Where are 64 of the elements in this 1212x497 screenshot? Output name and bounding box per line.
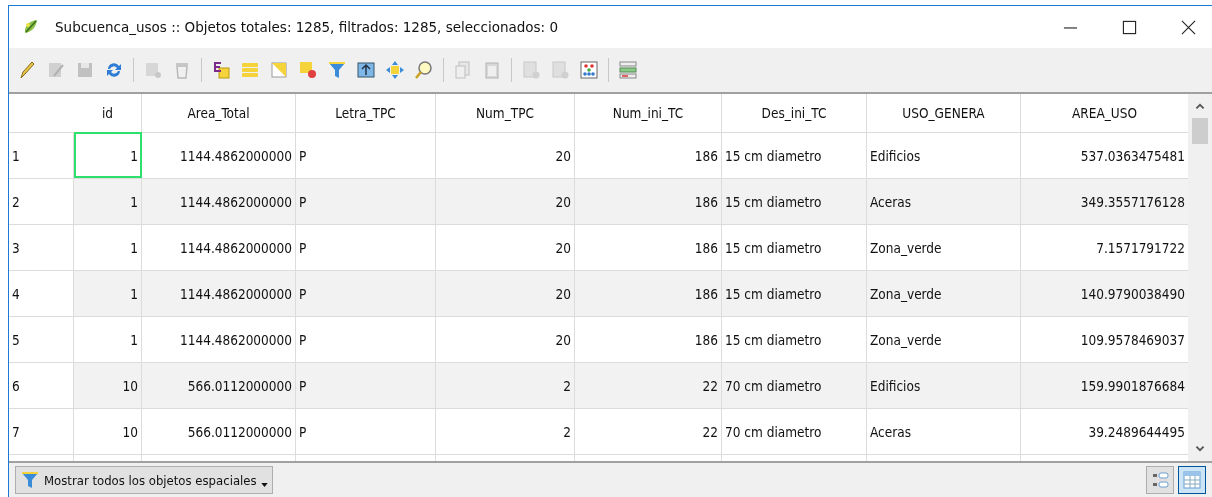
table-cell: 1: [74, 178, 142, 224]
table-view-button[interactable]: [1178, 466, 1206, 494]
table-cell: 186: [575, 178, 722, 224]
table-cell: 15 cm diametro: [722, 270, 867, 316]
table-cell: Aceras: [867, 408, 1021, 454]
column-header[interactable]: Num_ini_TC: [575, 94, 722, 132]
table-cell: 140.9790038490: [1021, 270, 1188, 316]
table-cell: 1: [74, 270, 142, 316]
column-header[interactable]: Num_TPC: [436, 94, 575, 132]
table-cell: Aceras: [867, 178, 1021, 224]
table-cell: 70 cm diametro: [722, 362, 867, 408]
table-cell: P: [296, 270, 436, 316]
format-icon[interactable]: [618, 60, 638, 80]
zoom-icon[interactable]: [414, 60, 434, 80]
table-cell: Zona_verde: [867, 270, 1021, 316]
table-cell: P: [296, 178, 436, 224]
pan-icon[interactable]: [385, 60, 405, 80]
table-cell: 22: [575, 362, 722, 408]
maximize-icon[interactable]: [1122, 19, 1137, 35]
form-icon: [1150, 470, 1170, 490]
close-icon[interactable]: [1181, 19, 1196, 35]
filter-icon[interactable]: [327, 60, 347, 80]
move-top-icon[interactable]: [356, 60, 376, 80]
refresh-icon[interactable]: [104, 60, 124, 80]
table-cell: 70 cm diametro: [722, 408, 867, 454]
table-cell: 566.0112000000: [142, 408, 296, 454]
filter-dropdown-button[interactable]: Mostrar todos los objetos espaciales: [15, 466, 273, 494]
table-cell: 1: [74, 132, 142, 178]
filter-icon: [20, 469, 40, 491]
pencil-icon[interactable]: [17, 60, 37, 80]
table-cell: 349.3557176128: [1021, 178, 1188, 224]
table-cell: 10: [74, 408, 142, 454]
column-header[interactable]: Des_ini_TC: [722, 94, 867, 132]
form-view-button[interactable]: [1146, 466, 1174, 494]
row-header[interactable]: 1: [9, 132, 74, 178]
window-title: Subcuenca_usos :: Objetos totales: 1285, filtrados: 1285, seleccionados: 0: [55, 19, 559, 35]
table-cell: 159.9901876684: [1021, 362, 1188, 408]
table-cell: 20: [436, 178, 575, 224]
table-cell: 22: [575, 408, 722, 454]
table-cell: 1144.4862000000: [142, 178, 296, 224]
table-cell: 566.0112000000: [142, 362, 296, 408]
abacus-icon[interactable]: [579, 60, 599, 80]
row-header[interactable]: 5: [9, 316, 74, 362]
deselect-icon[interactable]: [298, 60, 318, 80]
table-cell: 186: [575, 270, 722, 316]
table-icon: [1182, 470, 1202, 490]
expression-icon[interactable]: [211, 60, 231, 80]
table-cell: 2: [436, 362, 575, 408]
row-header[interactable]: 3: [9, 224, 74, 270]
scrollbar-thumb[interactable]: [1192, 118, 1208, 144]
table-cell: P: [296, 408, 436, 454]
caret-icon: [260, 483, 268, 487]
column-header[interactable]: Letra_TPC: [296, 94, 436, 132]
table-cell: 10: [74, 362, 142, 408]
column-header[interactable]: id: [74, 94, 142, 132]
table-cell: 15 cm diametro: [722, 178, 867, 224]
table-cell: 1144.4862000000: [142, 270, 296, 316]
column-header[interactable]: Area_Total: [142, 94, 296, 132]
table-cell: 2: [436, 408, 575, 454]
table-cell: 20: [436, 270, 575, 316]
column-header[interactable]: USO_GENERA: [867, 94, 1021, 132]
table-cell: P: [296, 362, 436, 408]
table-cell: Edificios: [867, 362, 1021, 408]
row-header[interactable]: 7: [9, 408, 74, 454]
